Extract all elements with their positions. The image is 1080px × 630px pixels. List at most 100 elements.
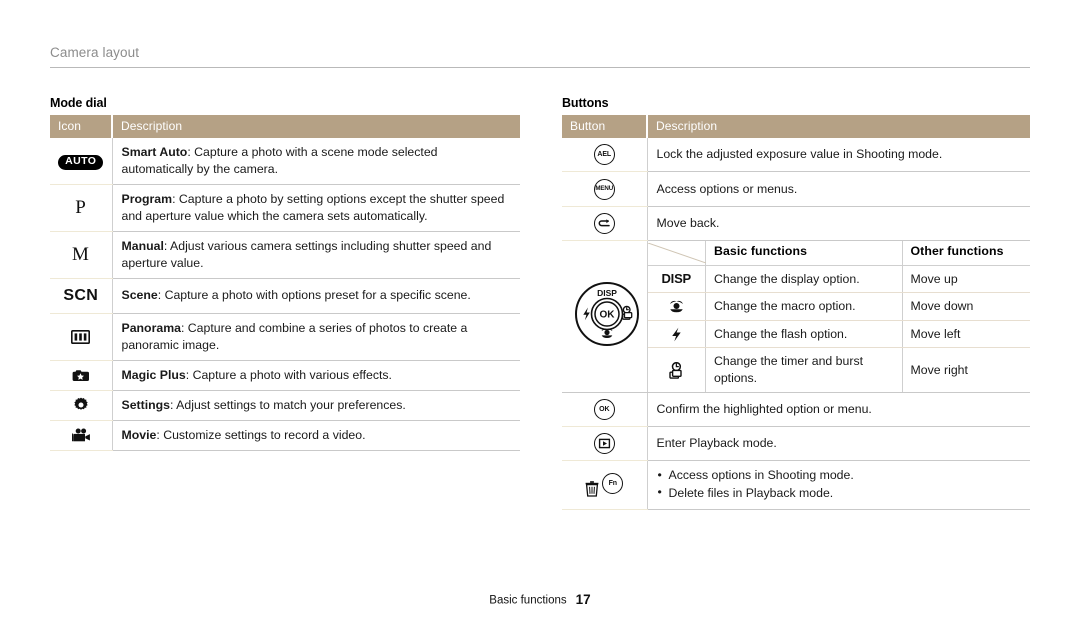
mode-desc: : Adjust various camera settings includi… — [121, 238, 492, 270]
table-row: Move back. — [562, 206, 1030, 242]
buttons-desc-cell: Access options or menus. — [647, 171, 1030, 208]
movie-camera-icon — [50, 420, 113, 451]
buttons-section-title: Buttons — [562, 96, 609, 110]
mode-dial-section: Mode dial Icon Description AUTO Smart Au… — [50, 96, 520, 451]
nav-other-cell: Move up — [901, 265, 1030, 294]
mode-desc: : Adjust settings to match your preferen… — [170, 397, 406, 412]
mode-term: Settings — [121, 397, 171, 412]
fn-bullet-list: Access options in Shooting mode. Delete … — [657, 467, 1023, 503]
mode-dial-table-header-row: Icon Description — [50, 115, 520, 138]
mode-term: Movie — [121, 427, 157, 442]
navigation-pad-row: OK DISP Basic functions Other functions … — [562, 240, 1030, 393]
settings-gear-icon — [50, 390, 113, 421]
mode-dial-col-description: Description — [111, 115, 520, 138]
mode-term: Panorama — [121, 320, 181, 335]
timer-burst-icon — [647, 347, 706, 392]
mode-term: Scene — [121, 288, 158, 303]
buttons-section: Buttons Button Description AEL Lock the … — [562, 96, 1030, 510]
scene-scn-label: SCN — [63, 286, 99, 304]
table-row: DISP Change the display option. Move up — [647, 265, 1030, 294]
mode-dial-desc-cell: Panorama: Capture and combine a series o… — [112, 313, 520, 361]
footer-page-number: 17 — [575, 592, 591, 607]
nav-sub-corner-cell — [647, 241, 706, 266]
mode-dial-desc-cell: Scene: Capture a photo with options pres… — [112, 278, 520, 314]
mode-desc: : Capture a photo with various effects. — [185, 367, 392, 382]
auto-badge-icon: AUTO — [50, 138, 113, 185]
buttons-col-description: Description — [646, 115, 1030, 138]
table-row: Movie: Customize settings to record a vi… — [50, 420, 520, 451]
nav-sub-header-row: Basic functions Other functions — [647, 241, 1030, 266]
list-item: Delete files in Playback mode. — [657, 484, 1023, 503]
mode-term: Manual — [121, 238, 164, 253]
back-button-icon — [562, 206, 648, 242]
nav-basic-cell: Change the flash option. — [705, 320, 902, 349]
table-row: OK Confirm the highlighted option or men… — [562, 392, 1030, 428]
playback-button-icon — [562, 426, 648, 461]
nav-basic-cell: Change the macro option. — [705, 292, 902, 321]
table-row: Panorama: Capture and combine a series o… — [50, 313, 520, 361]
mode-term: Magic Plus — [121, 367, 186, 382]
buttons-desc-cell: Access options in Shooting mode. Delete … — [647, 460, 1030, 510]
mode-dial-desc-cell: Smart Auto: Capture a photo with a scene… — [112, 138, 520, 185]
back-arrow-glyph — [593, 213, 615, 235]
mode-desc: : Capture a photo with options preset fo… — [157, 288, 471, 303]
page-footer: Basic functions 17 — [0, 592, 1080, 607]
table-row: Magic Plus: Capture a photo with various… — [50, 360, 520, 391]
nav-sub-col-basic: Basic functions — [705, 241, 902, 266]
buttons-desc-cell: Confirm the highlighted option or menu. — [647, 392, 1030, 428]
mode-dial-desc-cell: Program: Capture a photo by setting opti… — [112, 184, 520, 232]
mode-dial-table: Icon Description AUTO Smart Auto: Captur… — [50, 115, 520, 451]
mode-desc: : Customize settings to record a video. — [156, 427, 366, 442]
buttons-col-button: Button — [562, 115, 647, 138]
navigation-functions-table: Basic functions Other functions DISP Cha… — [647, 241, 1030, 392]
delete-fn-button-icon: Fn — [562, 460, 648, 510]
buttons-desc-cell: Move back. — [647, 206, 1030, 242]
trash-icon — [585, 481, 599, 497]
magic-plus-icon — [50, 360, 113, 391]
mode-term: Smart Auto — [121, 145, 188, 159]
table-row: M Manual: Adjust various camera settings… — [50, 231, 520, 279]
nav-other-cell: Move right — [901, 347, 1030, 392]
ok-button-icon: OK — [562, 392, 648, 428]
menu-button-label: MENU — [593, 179, 615, 201]
program-p-icon: P — [50, 184, 113, 232]
svg-text:DISP: DISP — [597, 288, 617, 298]
page-running-header: Camera layout — [50, 45, 1030, 68]
mode-dial-desc-cell: Settings: Adjust settings to match your … — [112, 390, 520, 421]
buttons-desc-cell: Lock the adjusted exposure value in Shoo… — [647, 138, 1030, 173]
auto-badge-label: AUTO — [58, 154, 104, 170]
program-p-label: P — [75, 196, 87, 218]
running-header-title: Camera layout — [50, 45, 140, 60]
mode-dial-desc-cell: Movie: Customize settings to record a vi… — [112, 420, 520, 451]
manual-m-label: M — [72, 243, 90, 265]
table-row: MENU Access options or menus. — [562, 171, 1030, 208]
table-row: Enter Playback mode. — [562, 426, 1030, 461]
mode-desc: : Capture a photo by setting options exc… — [121, 191, 505, 223]
nav-other-cell: Move left — [901, 320, 1030, 349]
buttons-table: Button Description AEL Lock the adjusted… — [562, 115, 1030, 510]
buttons-desc-cell: Enter Playback mode. — [647, 426, 1030, 461]
navigation-pad-icon: OK DISP — [562, 240, 648, 393]
svg-text:OK: OK — [600, 309, 616, 320]
nav-basic-cell: Change the display option. — [705, 265, 902, 294]
mode-dial-desc-cell: Magic Plus: Capture a photo with various… — [112, 360, 520, 391]
manual-m-icon: M — [50, 231, 113, 279]
disp-icon: DISP — [647, 265, 706, 294]
mode-term: Program — [121, 191, 173, 206]
table-row: Fn Access options in Shooting mode. Dele… — [562, 460, 1030, 510]
table-row: AEL Lock the adjusted exposure value in … — [562, 138, 1030, 173]
playback-glyph — [593, 433, 615, 454]
menu-button-icon: MENU — [562, 171, 648, 208]
flash-icon — [647, 320, 706, 349]
mode-dial-desc-cell: Manual: Adjust various camera settings i… — [112, 231, 520, 279]
nav-basic-cell: Change the timer and burst options. — [714, 354, 864, 386]
ael-button-label: AEL — [593, 144, 615, 166]
table-row: Change the timer and burst options. Move… — [647, 347, 1030, 392]
ok-button-label: OK — [593, 399, 615, 420]
navigation-sub-table-cell: Basic functions Other functions DISP Cha… — [647, 240, 1030, 393]
mode-dial-section-title: Mode dial — [50, 96, 107, 110]
table-row: Change the macro option. Move down — [647, 292, 1030, 321]
table-row: SCN Scene: Capture a photo with options … — [50, 278, 520, 314]
disp-icon-label: DISP — [661, 271, 692, 287]
macro-icon — [647, 292, 706, 321]
